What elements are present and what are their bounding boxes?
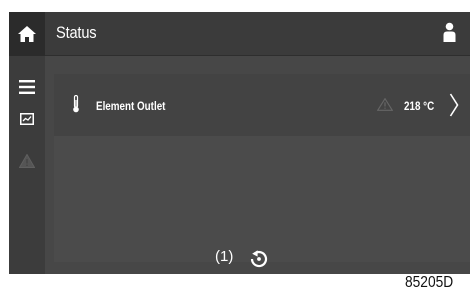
- page-title: Status: [56, 23, 97, 42]
- chevron-right-icon: [449, 93, 459, 117]
- home-icon: [18, 26, 36, 42]
- thermometer-icon: [73, 94, 79, 113]
- callout-label: (1): [215, 248, 234, 265]
- sidebar: [9, 12, 45, 274]
- status-list-empty-area: [54, 136, 470, 262]
- warning-icon: [19, 154, 35, 168]
- menu-icon: [19, 80, 35, 94]
- chart-button[interactable]: [9, 113, 45, 125]
- refresh-icon: [250, 250, 268, 268]
- user-button[interactable]: [443, 22, 456, 47]
- figure-id: 85205D: [405, 274, 454, 291]
- status-row-label: Element Outlet: [96, 99, 166, 113]
- chart-icon: [20, 113, 34, 125]
- warning-icon: [376, 97, 394, 111]
- menu-button[interactable]: [9, 80, 45, 94]
- status-screen: Status Element Outlet 218 °C (1): [9, 12, 470, 274]
- status-row-value: 218 °C: [404, 99, 435, 113]
- home-button[interactable]: [9, 12, 45, 56]
- warnings-button[interactable]: [9, 154, 45, 168]
- status-row[interactable]: Element Outlet 218 °C: [54, 74, 470, 136]
- header-bar: Status: [45, 12, 470, 56]
- user-icon: [443, 22, 456, 42]
